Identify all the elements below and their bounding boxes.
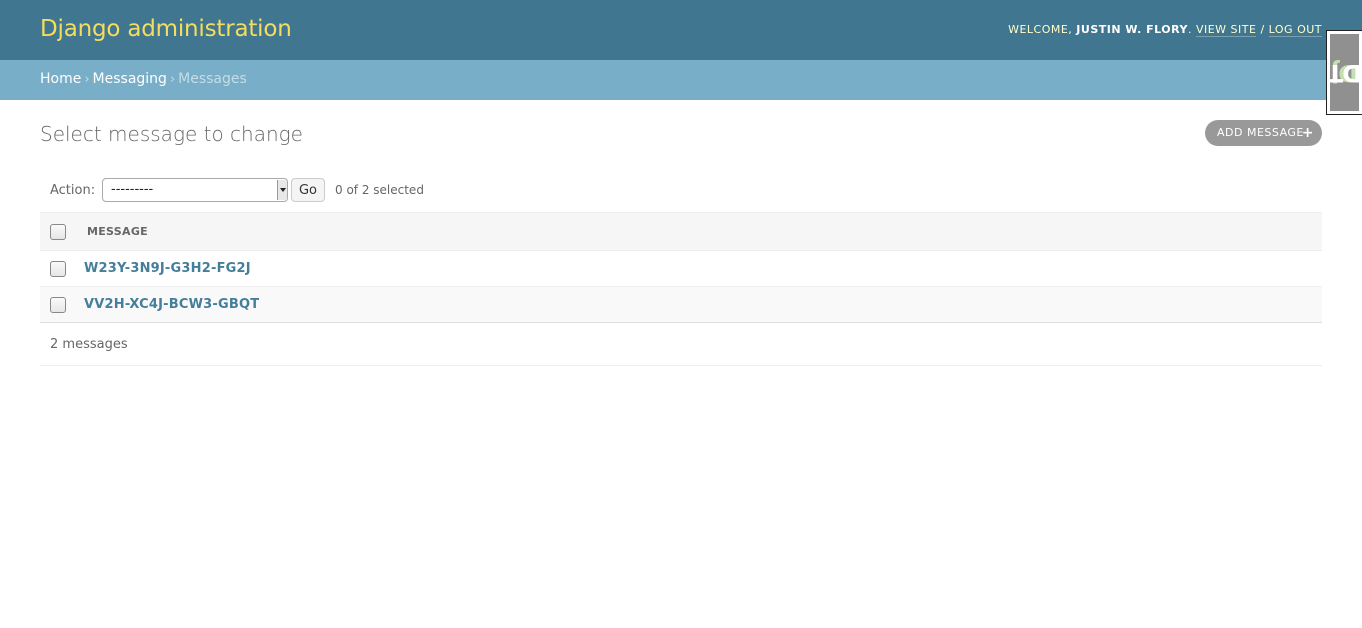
table-row: W23Y-3N9J-G3H2-FG2J bbox=[40, 250, 1322, 287]
action-select[interactable]: --------- bbox=[102, 178, 288, 202]
header: Django administration Welcome, Justin W.… bbox=[0, 0, 1362, 60]
paginator: 2 messages bbox=[40, 323, 1322, 366]
debug-toolbar-handle[interactable]: DjDT bbox=[1326, 30, 1362, 115]
row-checkbox-cell bbox=[40, 286, 84, 323]
plus-icon: + bbox=[1301, 125, 1314, 141]
breadcrumb-home[interactable]: Home bbox=[40, 71, 81, 87]
user-tools-separator: / bbox=[1260, 23, 1265, 36]
column-header-message[interactable]: Message bbox=[84, 212, 1322, 251]
log-out-link[interactable]: Log out bbox=[1268, 23, 1322, 37]
table-row: VV2H-XC4J-BCW3-GBQT bbox=[40, 286, 1322, 323]
view-site-link[interactable]: View site bbox=[1195, 23, 1257, 37]
row-checkbox-cell bbox=[40, 250, 84, 287]
selected-count: 0 of 2 selected bbox=[335, 183, 424, 197]
row-checkbox[interactable] bbox=[50, 260, 66, 277]
add-message-label: Add message bbox=[1217, 126, 1304, 139]
actions-bar: Action: --------- Go 0 of 2 selected bbox=[40, 175, 1322, 211]
message-link[interactable]: W23Y-3N9J-G3H2-FG2J bbox=[84, 261, 251, 276]
select-all-checkbox[interactable] bbox=[50, 223, 66, 240]
breadcrumb-current: Messages bbox=[178, 71, 247, 87]
message-cell: VV2H-XC4J-BCW3-GBQT bbox=[84, 286, 1322, 323]
add-message-button[interactable]: Add message + bbox=[1205, 120, 1322, 146]
username: Justin W. Flory bbox=[1076, 23, 1188, 36]
user-tools: Welcome, Justin W. Flory. View site / Lo… bbox=[1008, 23, 1322, 37]
message-cell: W23Y-3N9J-G3H2-FG2J bbox=[84, 250, 1322, 287]
message-link[interactable]: VV2H-XC4J-BCW3-GBQT bbox=[84, 297, 259, 312]
action-select-value: --------- bbox=[111, 182, 154, 197]
welcome-text: Welcome, bbox=[1008, 23, 1073, 36]
site-name[interactable]: Django administration bbox=[40, 16, 292, 42]
breadcrumb: Home › Messaging › Messages bbox=[0, 60, 1362, 100]
chevron-down-icon bbox=[277, 180, 287, 200]
page-title: Select message to change bbox=[40, 122, 303, 146]
debug-toolbar-logo: DjDT bbox=[1330, 34, 1359, 111]
action-label: Action: bbox=[50, 183, 96, 198]
table-header-row: Message bbox=[40, 212, 1322, 251]
go-button[interactable]: Go bbox=[291, 178, 325, 202]
breadcrumb-messaging[interactable]: Messaging bbox=[93, 71, 167, 87]
breadcrumb-separator: › bbox=[84, 72, 90, 87]
row-checkbox[interactable] bbox=[50, 296, 66, 313]
breadcrumb-separator: › bbox=[169, 72, 176, 87]
debug-toolbar-dt: DT bbox=[1330, 59, 1359, 87]
result-list-table: Message W23Y-3N9J-G3H2-FG2J VV2H-XC4J-BC… bbox=[40, 212, 1322, 323]
select-all-header bbox=[40, 212, 84, 251]
